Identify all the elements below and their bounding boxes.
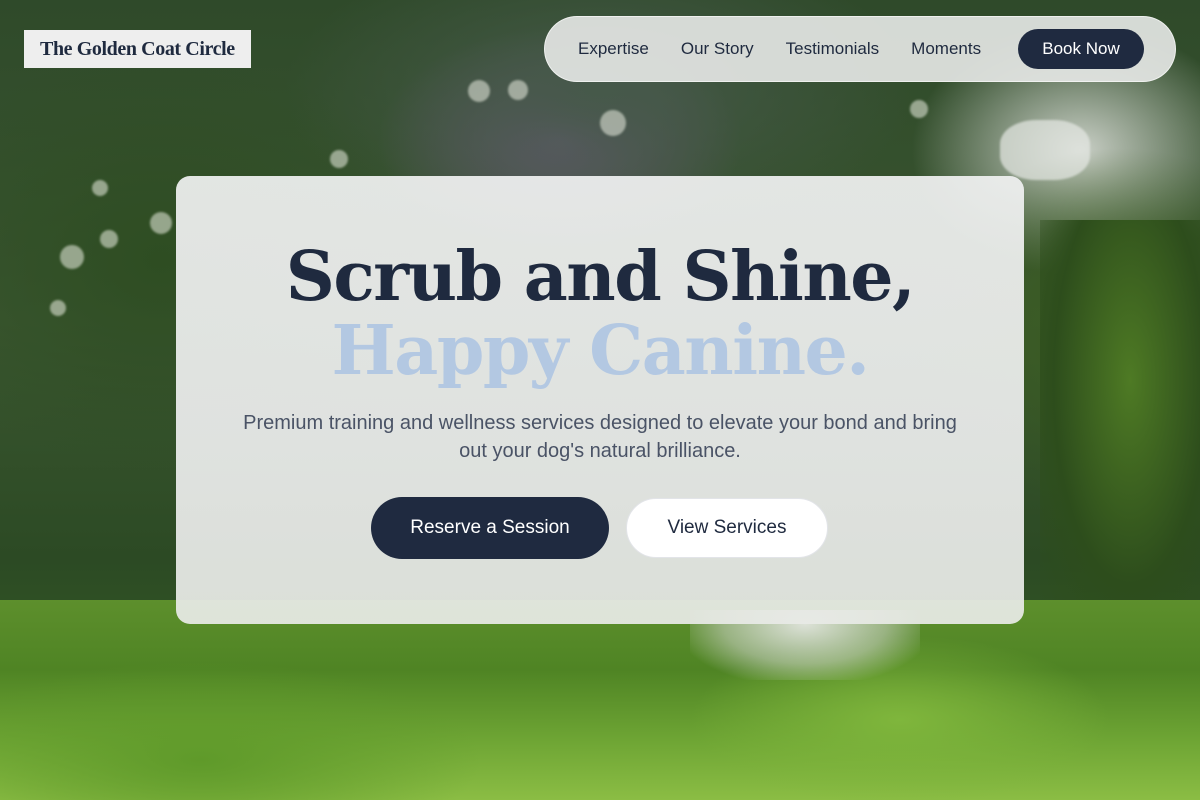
nav-link-expertise[interactable]: Expertise xyxy=(578,39,649,59)
reserve-session-button[interactable]: Reserve a Session xyxy=(371,497,609,559)
hero-subtitle: Premium training and wellness services d… xyxy=(243,412,957,462)
hero-title-accent: Happy Canine. xyxy=(331,311,870,391)
bokeh-light xyxy=(92,180,108,196)
book-now-button[interactable]: Book Now xyxy=(1018,29,1144,69)
brand-name: The Golden Coat Circle xyxy=(40,37,235,60)
bokeh-light xyxy=(468,80,490,102)
hero-title: Scrub and Shine, xyxy=(285,237,916,317)
grass-lawn xyxy=(0,600,1200,800)
nav-link-testimonials[interactable]: Testimonials xyxy=(786,39,880,59)
hero-card: Scrub and Shine, Happy Canine. Premium t… xyxy=(176,176,1024,624)
bokeh-light xyxy=(100,230,118,248)
view-services-button[interactable]: View Services xyxy=(626,498,828,558)
bokeh-light xyxy=(1000,120,1090,180)
top-navigation: Expertise Our Story Testimonials Moments… xyxy=(544,16,1176,82)
bokeh-light xyxy=(60,245,84,269)
brand-logo[interactable]: The Golden Coat Circle xyxy=(24,30,251,68)
nav-link-moments[interactable]: Moments xyxy=(911,39,981,59)
bokeh-light xyxy=(910,100,928,118)
bokeh-light xyxy=(150,212,172,234)
bokeh-light xyxy=(508,80,528,100)
bokeh-light xyxy=(330,150,348,168)
bokeh-light xyxy=(50,300,66,316)
nav-link-our-story[interactable]: Our Story xyxy=(681,39,754,59)
hedge xyxy=(1040,220,1200,620)
bokeh-light xyxy=(600,110,626,136)
